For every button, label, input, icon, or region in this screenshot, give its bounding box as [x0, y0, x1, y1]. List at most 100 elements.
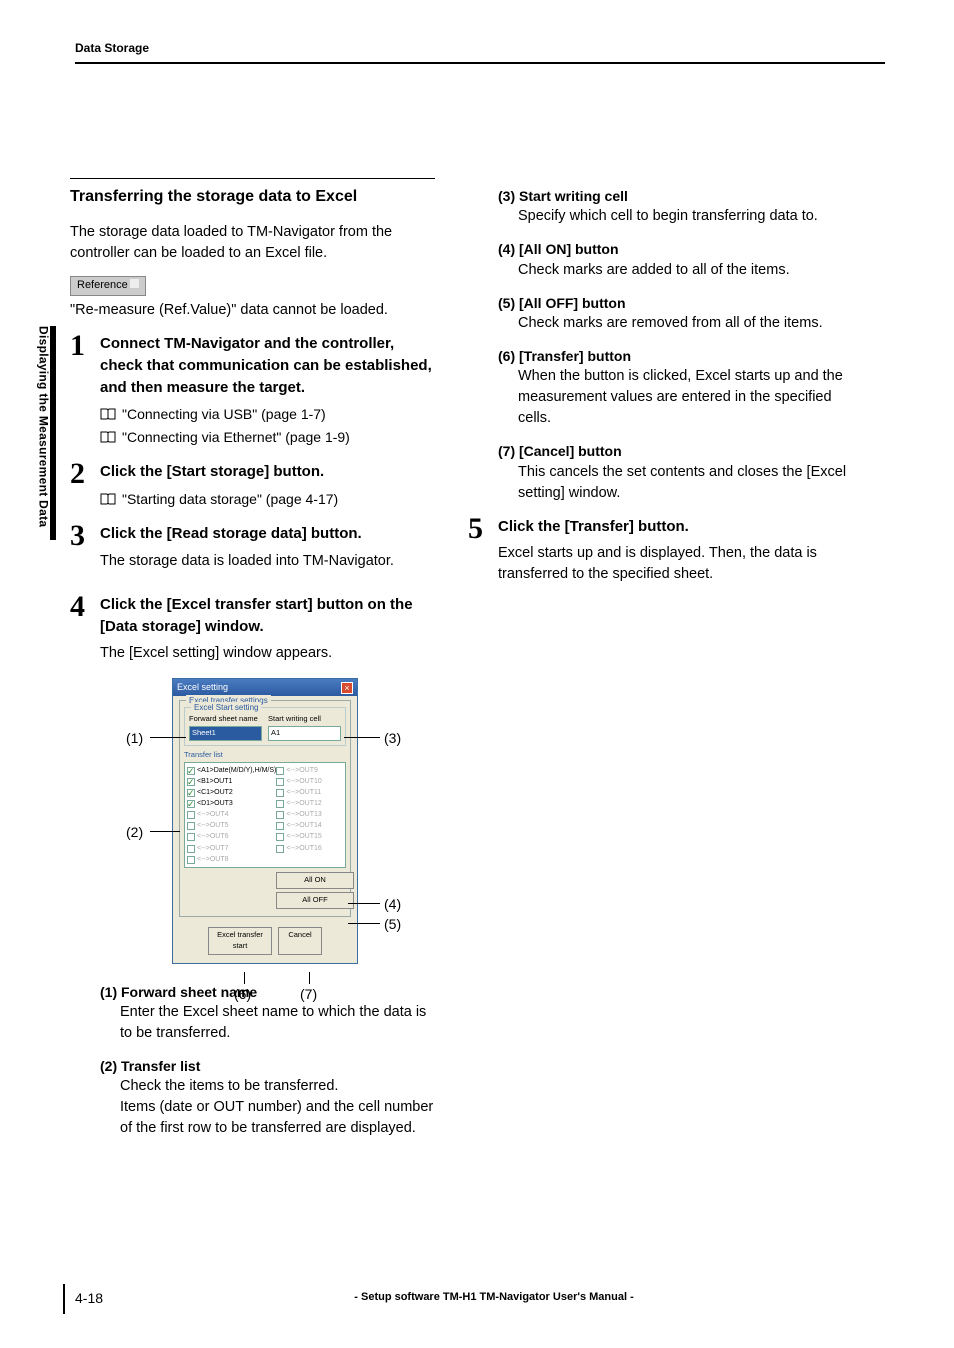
list-item-label: <-->OUT16	[286, 844, 321, 854]
step-number: 3	[70, 521, 100, 582]
transfer-list-item[interactable]: <-->OUT4	[187, 810, 276, 821]
transfer-list-item[interactable]: <C1>OUT2	[187, 787, 276, 798]
all-on-button[interactable]: All ON	[276, 872, 354, 889]
step-number: 1	[70, 331, 100, 449]
annotation-body: Check marks are removed from all of the …	[518, 313, 863, 334]
xref-text: "Connecting via USB" (page 1-7)	[122, 404, 326, 424]
page-number: 4-18	[75, 1288, 103, 1308]
section-rule	[70, 178, 435, 179]
xref-storage: "Starting data storage" (page 4-17)	[100, 489, 435, 509]
checkbox-icon[interactable]	[187, 800, 195, 808]
transfer-list-item[interactable]: <D1>OUT3	[187, 798, 276, 809]
transfer-list-item[interactable]: <-->OUT9	[276, 765, 343, 776]
book-icon	[100, 431, 116, 443]
step-2-title: Click the [Start storage] button.	[100, 461, 435, 483]
step-number: 2	[70, 459, 100, 511]
excel-setting-dialog: Excel setting × Excel transfer settings …	[172, 678, 358, 963]
step-4: 4 Click the [Excel transfer start] butto…	[70, 594, 435, 1152]
list-item-label: <-->OUT11	[286, 788, 321, 798]
step-3-title: Click the [Read storage data] button.	[100, 523, 435, 545]
close-icon[interactable]: ×	[341, 682, 353, 694]
checkbox-icon[interactable]	[187, 856, 195, 864]
dialog-figure: Excel setting × Excel transfer settings …	[172, 678, 435, 963]
forward-sheet-input[interactable]: Sheet1	[189, 726, 262, 741]
callout-1: (1)	[126, 728, 143, 748]
transfer-list-item[interactable]: <A1>Date(M/D/Y),H/M/S)	[187, 765, 276, 776]
annotation-label: (2) Transfer list	[100, 1056, 435, 1076]
annotation-7: (7) [Cancel] button This cancels the set…	[498, 441, 863, 503]
start-writing-cell-input[interactable]: A1	[268, 726, 341, 741]
checkbox-icon[interactable]	[187, 778, 195, 786]
list-item-label: <-->OUT4	[197, 810, 229, 820]
checkbox-icon[interactable]	[276, 789, 284, 797]
list-item-label: <A1>Date(M/D/Y),H/M/S)	[197, 766, 276, 776]
checkbox-icon[interactable]	[276, 833, 284, 841]
xref-usb: "Connecting via USB" (page 1-7)	[100, 404, 435, 424]
annotation-2: (2) Transfer list Check the items to be …	[100, 1056, 435, 1139]
cancel-button[interactable]: Cancel	[278, 927, 322, 955]
annotation-body: Items (date or OUT number) and the cell …	[120, 1097, 435, 1139]
transfer-list-item[interactable]: <-->OUT15	[276, 832, 343, 843]
callout-2: (2)	[126, 822, 143, 842]
transfer-list-item[interactable]: <-->OUT8	[187, 854, 276, 865]
list-item-label: <-->OUT13	[286, 810, 321, 820]
transfer-list-item[interactable]: <B1>OUT1	[187, 776, 276, 787]
step-3: 3 Click the [Read storage data] button. …	[70, 523, 435, 582]
checkbox-icon[interactable]	[187, 833, 195, 841]
checkbox-icon[interactable]	[187, 789, 195, 797]
reference-badge: Reference	[70, 276, 146, 296]
annotation-4: (4) [All ON] button Check marks are adde…	[498, 239, 863, 280]
step-4-body: The [Excel setting] window appears.	[100, 643, 435, 664]
checkbox-icon[interactable]	[187, 767, 195, 775]
list-item-label: <C1>OUT2	[197, 788, 233, 798]
list-item-label: <-->OUT5	[197, 821, 229, 831]
header-rule	[75, 62, 885, 64]
checkbox-icon[interactable]	[276, 767, 284, 775]
transfer-list-item[interactable]: <-->OUT12	[276, 798, 343, 809]
callout-4: (4)	[384, 894, 401, 914]
list-item-label: <-->OUT7	[197, 844, 229, 854]
annotation-label: (5) [All OFF] button	[498, 293, 863, 313]
step-2: 2 Click the [Start storage] button. "Sta…	[70, 461, 435, 511]
excel-start-setting-group: Excel Start setting Forward sheet name S…	[184, 707, 346, 746]
page-footer: 4-18 - Setup software TM-H1 TM-Navigator…	[75, 1288, 885, 1308]
transfer-list-item[interactable]: <-->OUT14	[276, 821, 343, 832]
step-5-title: Click the [Transfer] button.	[498, 516, 863, 538]
list-item-label: <-->OUT12	[286, 799, 321, 809]
section-title: Transferring the storage data to Excel	[70, 185, 435, 208]
list-item-label: <-->OUT8	[197, 855, 229, 865]
xref-text: "Connecting via Ethernet" (page 1-9)	[122, 427, 350, 447]
transfer-list-item[interactable]: <-->OUT16	[276, 843, 343, 854]
transfer-list-item[interactable]: <-->OUT7	[187, 843, 276, 854]
transfer-list-label: Transfer list	[184, 750, 346, 761]
all-off-button[interactable]: All OFF	[276, 892, 354, 909]
side-tab-label: Displaying the Measurement Data	[34, 326, 51, 527]
checkbox-icon[interactable]	[276, 811, 284, 819]
checkbox-icon[interactable]	[187, 822, 195, 830]
xref-ethernet: "Connecting via Ethernet" (page 1-9)	[100, 427, 435, 447]
transfer-list-item[interactable]: <-->OUT6	[187, 832, 276, 843]
step-number: 4	[70, 592, 100, 1152]
checkbox-icon[interactable]	[276, 845, 284, 853]
checkbox-icon[interactable]	[276, 822, 284, 830]
transfer-list-item[interactable]: <-->OUT13	[276, 810, 343, 821]
annotation-label: (4) [All ON] button	[498, 239, 863, 259]
annotation-1: (1) Forward sheet name Enter the Excel s…	[100, 982, 435, 1044]
checkbox-icon[interactable]	[187, 845, 195, 853]
dialog-titlebar: Excel setting ×	[173, 679, 357, 696]
step-3-body: The storage data is loaded into TM-Navig…	[100, 551, 435, 572]
checkbox-icon[interactable]	[187, 811, 195, 819]
right-column: (3) Start writing cell Specify which cel…	[498, 186, 863, 595]
checkbox-icon[interactable]	[276, 778, 284, 786]
annotation-body: Check the items to be transferred.	[120, 1076, 435, 1097]
annotation-body: Enter the Excel sheet name to which the …	[120, 1002, 435, 1044]
dialog-title-text: Excel setting	[177, 681, 228, 694]
callout-7: (7)	[300, 984, 317, 1004]
annotation-body: This cancels the set contents and closes…	[518, 462, 863, 504]
checkbox-icon[interactable]	[276, 800, 284, 808]
excel-transfer-start-button[interactable]: Excel transfer start	[208, 927, 272, 955]
transfer-list-item[interactable]: <-->OUT11	[276, 787, 343, 798]
transfer-list-item[interactable]: <-->OUT10	[276, 776, 343, 787]
annotation-label: (1) Forward sheet name	[100, 982, 435, 1002]
transfer-list-item[interactable]: <-->OUT5	[187, 821, 276, 832]
